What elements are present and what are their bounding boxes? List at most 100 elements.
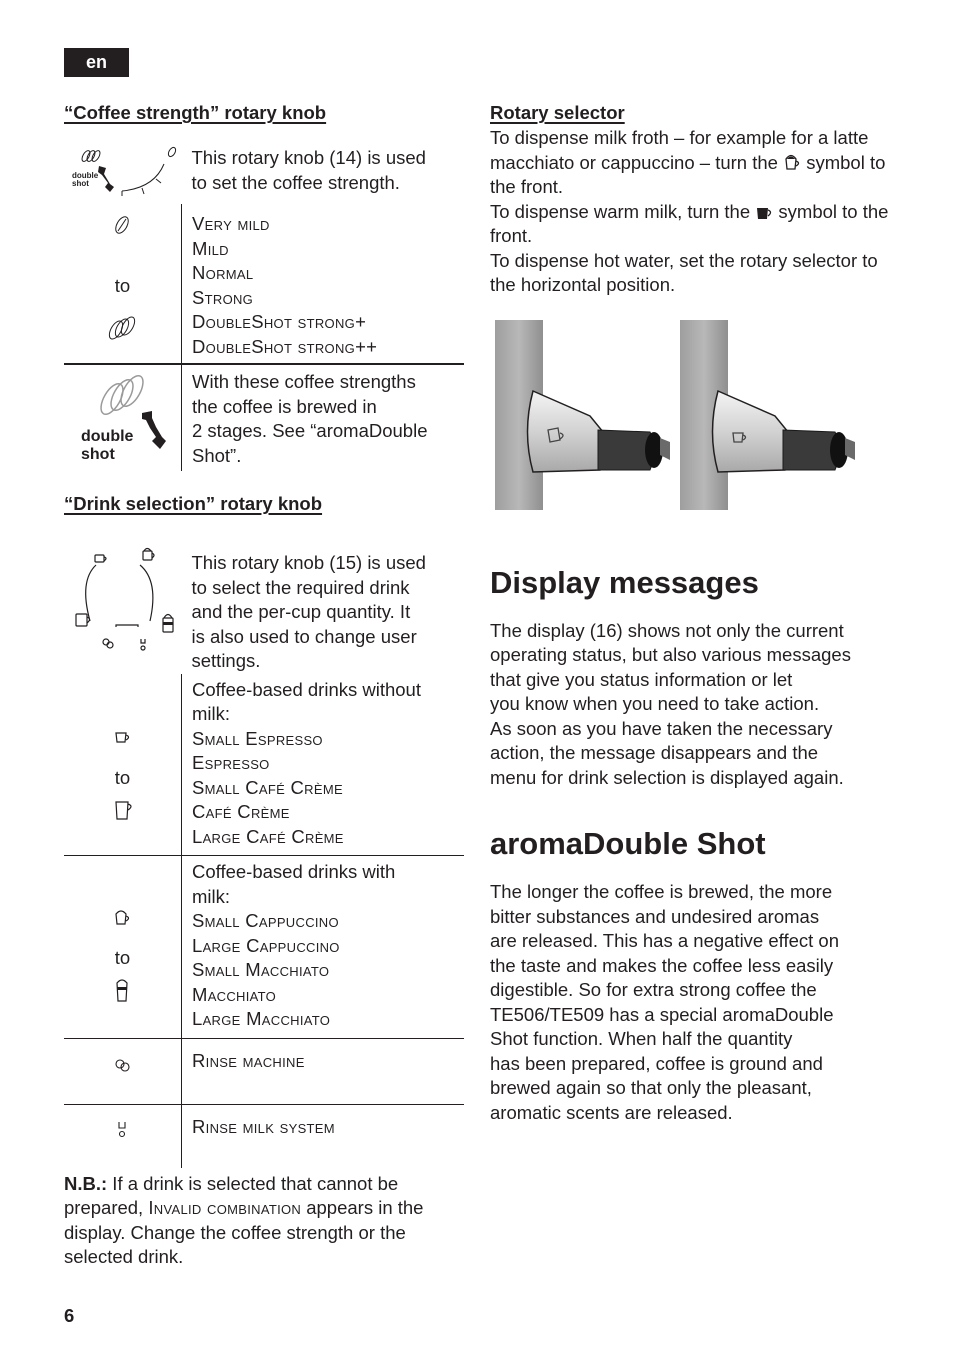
nb-label: N.B.: bbox=[64, 1172, 108, 1194]
drink-intro: This rotary knob (15) is used to select … bbox=[182, 539, 465, 674]
body-line: digestible. So for extra strong coffee t… bbox=[490, 979, 817, 1000]
rinse-milk-icon-cell bbox=[64, 1104, 182, 1168]
body-line: the taste and makes the coffee less easi… bbox=[490, 954, 834, 976]
drink-knob-dial-icon bbox=[75, 547, 174, 651]
triple-bean-icon bbox=[108, 315, 136, 340]
milk-range-cell: to bbox=[64, 855, 182, 1039]
left-column: “Coffee strength” rotary knob double sho… bbox=[64, 100, 464, 1270]
drink-item: Large Café Crème bbox=[192, 825, 344, 847]
rinse-milk-label: Rinse milk system bbox=[192, 1115, 335, 1137]
body-line: The longer the coffee is brewed, the mor… bbox=[490, 881, 833, 902]
double-shot-label: double bbox=[81, 428, 134, 445]
rinse-drops-icon bbox=[115, 1058, 130, 1072]
range-to-label: to bbox=[114, 766, 131, 788]
aroma-double-shot-heading: aromaDouble Shot bbox=[490, 826, 766, 861]
rinse-machine-icon-cell bbox=[64, 1038, 182, 1105]
small-cup-icon bbox=[115, 731, 130, 743]
body-line: you know when you need to take action. bbox=[490, 693, 820, 714]
no-milk-group: Coffee-based drinks without milk: Small … bbox=[181, 673, 464, 856]
warm-milk-instruction: To dispense warm milk, turn the bbox=[490, 200, 751, 222]
body-line: brewed again so that only the pleasant, bbox=[490, 1077, 812, 1098]
group-title: Coffee-based drinks with bbox=[192, 861, 396, 882]
group-title: milk: bbox=[192, 703, 231, 724]
note-line: 2 stages. See “aromaDouble bbox=[192, 420, 428, 441]
strength-intro-line: This rotary knob (14) is used bbox=[191, 147, 426, 168]
double-shot-icon: double shot bbox=[81, 374, 166, 463]
body-line: TE506/TE509 has a special aromaDouble bbox=[490, 1003, 834, 1025]
invalid-combination-message: Invalid combination bbox=[148, 1197, 302, 1218]
body-line: action, the message disappears and the bbox=[490, 742, 819, 763]
body-line: aromatic scents are released. bbox=[490, 1101, 733, 1123]
strength-knob-dial-icon: double shot bbox=[72, 146, 177, 196]
drink-intro-line: is also used to change user bbox=[191, 625, 417, 647]
body-line: Shot function. When half the quantity bbox=[490, 1028, 793, 1049]
drink-selection-heading: “Drink selection” rotary knob bbox=[64, 493, 323, 514]
drink-selection-table: This rotary knob (15) is used to select … bbox=[64, 539, 464, 1168]
strength-knob-diagram-cell: double shot bbox=[64, 146, 182, 204]
drink-intro-line: to select the required drink bbox=[191, 576, 410, 598]
rotary-selector-text: To dispense milk froth – for example for… bbox=[490, 126, 900, 298]
single-bean-icon bbox=[115, 216, 129, 234]
drink-item: Small Cappuccino bbox=[192, 910, 339, 931]
nb-note: N.B.: If a drink is selected that cannot… bbox=[64, 1172, 464, 1270]
note-line: With these coffee strengths bbox=[192, 371, 416, 392]
body-line: The display (16) shows not only the curr… bbox=[490, 619, 844, 641]
drink-item: Café Crème bbox=[192, 801, 290, 822]
body-line: menu for drink selection is displayed ag… bbox=[490, 766, 844, 788]
strength-range-cell: to bbox=[64, 204, 182, 365]
selector-milk-froth bbox=[495, 319, 670, 510]
large-cup-icon bbox=[115, 801, 132, 820]
rotary-selector-illustrations bbox=[490, 319, 900, 510]
display-messages-heading: Display messages bbox=[490, 564, 759, 600]
note-line: the coffee is brewed in bbox=[192, 395, 377, 417]
double-shot-label: shot bbox=[81, 446, 115, 463]
milk-froth-cup-icon bbox=[785, 154, 800, 170]
strength-level: Mild bbox=[192, 237, 229, 259]
body-line: operating status, but also various messa… bbox=[490, 644, 851, 665]
drink-intro-line: settings. bbox=[191, 650, 261, 671]
display-messages-body: The display (16) shows not only the curr… bbox=[490, 619, 900, 791]
double-shot-icon-cell: double shot bbox=[64, 364, 182, 471]
body-line: bitter substances and undesired aromas bbox=[490, 905, 820, 927]
strength-intro-line: to set the coffee strength. bbox=[191, 171, 400, 193]
drink-intro-line: and the per-cup quantity. It bbox=[191, 601, 411, 622]
drink-item: Large Macchiato bbox=[192, 1008, 331, 1029]
selector-warm-milk bbox=[680, 319, 855, 510]
drink-knob-diagram-cell bbox=[64, 539, 182, 674]
drink-intro-line: This rotary knob (15) is used bbox=[191, 552, 426, 573]
group-title: Coffee-based drinks without bbox=[192, 678, 421, 700]
strength-intro: This rotary knob (14) is used to set the… bbox=[182, 146, 465, 204]
drink-item: Small Espresso bbox=[192, 727, 323, 749]
macchiato-glass-icon bbox=[116, 978, 128, 1002]
note-line: Shot”. bbox=[192, 444, 242, 466]
aroma-double-shot-body: The longer the coffee is brewed, the mor… bbox=[490, 880, 900, 1125]
body-line: are released. This has a negative effect… bbox=[490, 930, 839, 951]
rotary-selector-illustration bbox=[495, 319, 855, 510]
strength-level: Strong bbox=[192, 286, 254, 308]
strength-level: Normal bbox=[192, 262, 254, 283]
strength-level: Very mild bbox=[192, 213, 270, 234]
hot-water-instruction: To dispense hot water, set the rotary se… bbox=[490, 249, 878, 296]
body-line: that give you status information or let bbox=[490, 668, 793, 690]
drink-item: Macchiato bbox=[192, 983, 277, 1005]
svg-text:shot: shot bbox=[72, 179, 89, 188]
drink-item: Espresso bbox=[192, 752, 270, 773]
coffee-strength-heading: “Coffee strength” rotary knob bbox=[64, 102, 327, 123]
strength-levels-list: Very mild Mild Normal Strong DoubleShot … bbox=[181, 204, 464, 365]
rotary-selector-heading: Rotary selector bbox=[490, 102, 625, 123]
range-to-label: to bbox=[114, 275, 131, 296]
language-tab: en bbox=[64, 48, 129, 77]
page-number: 6 bbox=[64, 1305, 75, 1326]
body-line: As soon as you have taken the necessary bbox=[490, 717, 833, 739]
double-shot-note: With these coffee strengths the coffee i… bbox=[182, 364, 465, 471]
milk-group: Coffee-based drinks with milk: Small Cap… bbox=[181, 855, 464, 1039]
body-line: has been prepared, coffee is ground and bbox=[490, 1052, 823, 1074]
rinse-machine-label: Rinse machine bbox=[181, 1038, 464, 1105]
drink-item: Large Cappuccino bbox=[192, 934, 340, 956]
group-title: milk: bbox=[192, 885, 231, 907]
no-milk-range-cell: to bbox=[64, 673, 182, 856]
range-to-label: to bbox=[114, 947, 131, 968]
strength-level: DoubleShot strong+ bbox=[192, 311, 367, 332]
milk-spout-icon bbox=[118, 1121, 126, 1137]
cappuccino-cup-icon bbox=[115, 910, 130, 925]
